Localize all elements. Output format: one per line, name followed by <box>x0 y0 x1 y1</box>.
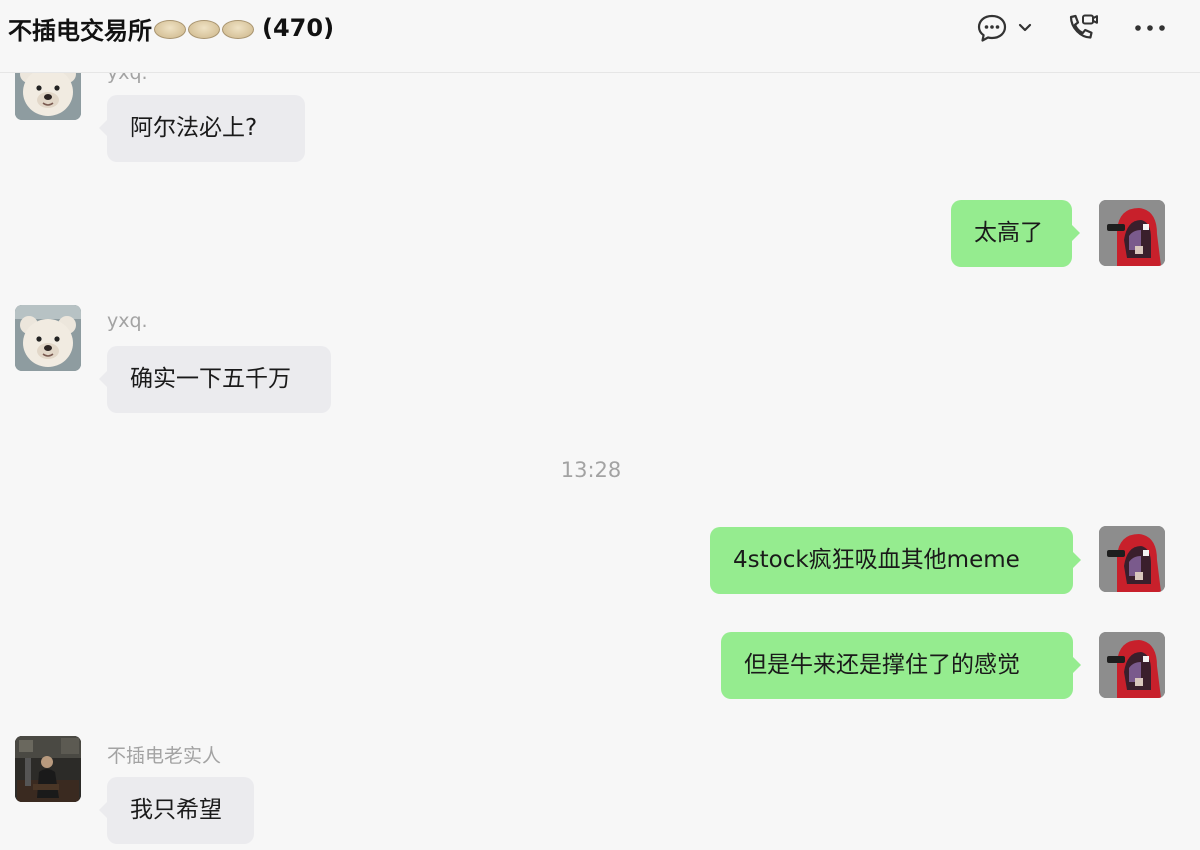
teddy-bear-avatar[interactable] <box>15 305 81 371</box>
message-bubble[interactable]: 确实一下五千万 <box>99 346 331 413</box>
phone-video-icon[interactable] <box>1064 12 1100 44</box>
message-bubble[interactable]: 4stock疯狂吸血其他meme <box>710 527 1081 594</box>
chat-bubble-icon[interactable] <box>974 12 1010 44</box>
sender-name: yxq. <box>107 310 148 332</box>
message-bubble[interactable]: 阿尔法必上? <box>99 95 305 162</box>
member-count: (470) <box>262 14 335 42</box>
message-bubble[interactable]: 太高了 <box>951 200 1080 267</box>
dumpling-emoji-icon <box>154 19 256 39</box>
chevron-down-icon[interactable] <box>1012 12 1038 44</box>
red-hood-avatar[interactable] <box>1099 632 1165 698</box>
timestamp: 13:28 <box>560 458 622 482</box>
red-hood-avatar[interactable] <box>1099 200 1165 266</box>
man-avatar[interactable] <box>15 736 81 802</box>
more-icon[interactable] <box>1132 12 1168 44</box>
chat-header: 不插电交易所 (470) <box>0 0 1200 73</box>
message-bubble[interactable]: 但是牛来还是撑住了的感觉 <box>721 632 1081 699</box>
sender-name: 不插电老实人 <box>107 745 222 767</box>
message-bubble[interactable]: 我只希望 <box>99 777 254 844</box>
group-name: 不插电交易所 <box>8 16 152 45</box>
chat-title[interactable]: 不插电交易所 (470) <box>8 12 335 45</box>
red-hood-avatar[interactable] <box>1099 526 1165 592</box>
